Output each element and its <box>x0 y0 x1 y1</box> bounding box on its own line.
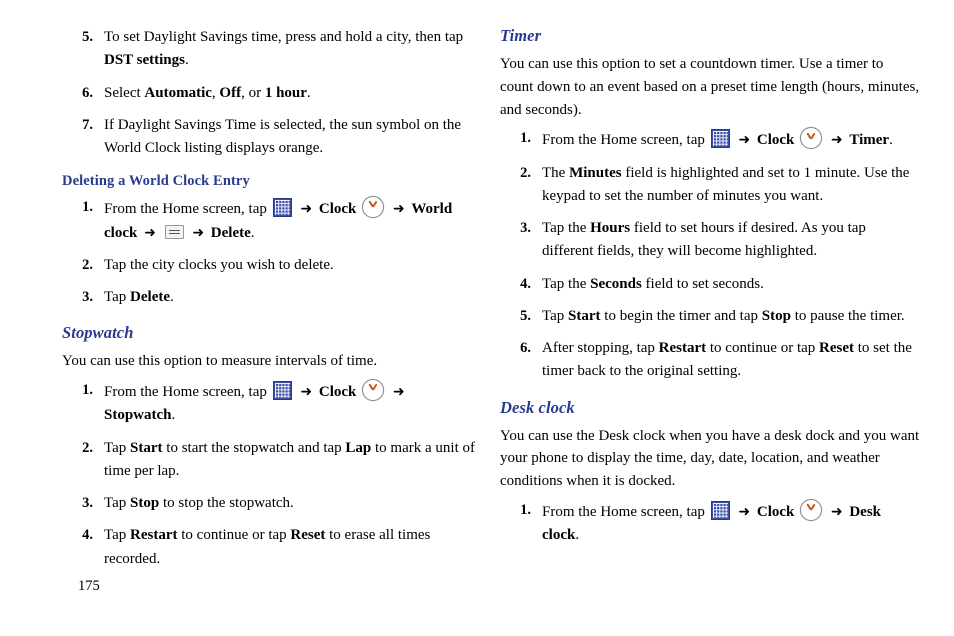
list-item-number: 4. <box>82 527 93 544</box>
list-item-number: 1. <box>520 130 531 147</box>
list-item-text: From the Home screen, tap ➜ Clock ➜ Desk… <box>542 499 881 543</box>
list-item-text: From the Home screen, tap ➜ Clock ➜ Time… <box>542 127 893 150</box>
list-item-number: 1. <box>82 382 93 399</box>
list-item-number: 1. <box>82 199 93 216</box>
list-item-number: 6. <box>520 340 531 357</box>
list-item-text: Tap the Hours field to set hours if desi… <box>542 220 866 260</box>
list-item-number: 6. <box>82 84 93 101</box>
list-item: 6. After stopping, tap Restart to continu… <box>500 337 920 384</box>
list-item: 3. Tap Delete. <box>62 286 482 309</box>
timer-intro-text: You can use this option to set a countdo… <box>500 56 920 118</box>
list-item: 4. Tap Restart to continue or tap Reset t… <box>62 524 482 571</box>
list-item: 3. Tap Stop to stop the stopwatch. <box>62 492 482 515</box>
list-item-number: 3. <box>82 495 93 512</box>
left-column: 5. To set Daylight Savings time, press an… <box>62 26 482 580</box>
page-number: 175 <box>78 578 100 594</box>
list-item-text: From the Home screen, tap ➜ Clock ➜ Stop… <box>104 379 408 423</box>
list-item-text: If Daylight Savings Time is selected, th… <box>104 116 462 156</box>
list-item: 5. Tap Start to begin the timer and tap S… <box>500 305 920 328</box>
list-item-text: Tap Start to begin the timer and tap Sto… <box>542 307 905 324</box>
list-item: 1. From the Home screen, tap ➜ Clock ➜ St… <box>62 379 482 428</box>
list-item-text: Tap Delete. <box>104 289 174 305</box>
stopwatch-list: 1. From the Home screen, tap ➜ Clock ➜ St… <box>62 379 482 571</box>
heading-timer: Timer <box>500 26 542 45</box>
list-item-text: Tap Stop to stop the stopwatch. <box>104 495 294 512</box>
right-column: Timer You can use this option to set a c… <box>500 26 920 557</box>
list-item-number: 2. <box>82 439 93 456</box>
list-item-text: Select Automatic, Off, or 1 hour. <box>104 84 311 101</box>
list-item: 6. Select Automatic, Off, or 1 hour. <box>62 82 482 105</box>
desk-clock-intro-text: You can use the Desk clock when you have… <box>500 427 920 490</box>
list-item-text: Tap Start to start the stopwatch and tap… <box>104 439 475 479</box>
list-item: 5. To set Daylight Savings time, press an… <box>62 26 482 73</box>
world-clock-continued-list: 5. To set Daylight Savings time, press an… <box>62 26 482 160</box>
list-item-text: Tap the Seconds field to set seconds. <box>542 275 764 292</box>
timer-list: 1. From the Home screen, tap ➜ Clock ➜ Ti… <box>500 127 920 383</box>
manual-page: 5. To set Daylight Savings time, press an… <box>0 0 954 636</box>
list-item: 2. The Minutes field is highlighted and s… <box>500 162 920 209</box>
list-item-text: Tap the city clocks you wish to delete. <box>104 256 334 273</box>
list-item: 2. Tap the city clocks you wish to delete… <box>62 254 482 277</box>
heading-stopwatch: Stopwatch <box>62 323 134 343</box>
list-item-number: 7. <box>82 116 93 133</box>
list-item: 2. Tap Start to start the stopwatch and t… <box>62 437 482 484</box>
list-item-text: Tap Restart to continue or tap Reset to … <box>104 527 431 567</box>
list-item-text: The Minutes field is highlighted and set… <box>542 164 910 204</box>
list-item: 1. From the Home screen, tap ➜ Clock ➜ Wo… <box>62 196 482 245</box>
heading-deleting-world-clock-entry: Deleting a World Clock Entry <box>62 173 250 190</box>
list-item: 1. From the Home screen, tap ➜ Clock ➜ De… <box>500 499 920 548</box>
list-item-number: 2. <box>82 256 93 273</box>
list-item-number: 3. <box>520 220 531 237</box>
list-item-text: From the Home screen, tap ➜ Clock ➜ Worl… <box>104 196 452 241</box>
heading-desk-clock: Desk clock <box>500 397 575 417</box>
list-item-number: 3. <box>82 289 93 305</box>
deleting-world-clock-list: 1. From the Home screen, tap ➜ Clock ➜ Wo… <box>62 196 482 309</box>
list-item-number: 5. <box>82 29 93 45</box>
list-item: 1. From the Home screen, tap ➜ Clock ➜ Ti… <box>500 127 920 152</box>
list-item-text: To set Daylight Savings time, press and … <box>104 29 464 69</box>
list-item: 7. If Daylight Savings Time is selected, … <box>62 114 482 161</box>
list-item-number: 2. <box>520 164 531 181</box>
list-item: 3. Tap the Hours field to set hours if de… <box>500 217 920 264</box>
list-item-text: After stopping, tap Restart to continue … <box>542 340 912 380</box>
list-item-number: 5. <box>520 307 531 324</box>
list-item-number: 4. <box>520 275 531 292</box>
desk-clock-list: 1. From the Home screen, tap ➜ Clock ➜ De… <box>500 499 920 548</box>
stopwatch-intro-text: You can use this option to measure inter… <box>62 353 378 370</box>
list-item: 4. Tap the Seconds field to set seconds. <box>500 273 920 296</box>
list-item-number: 1. <box>520 502 531 519</box>
